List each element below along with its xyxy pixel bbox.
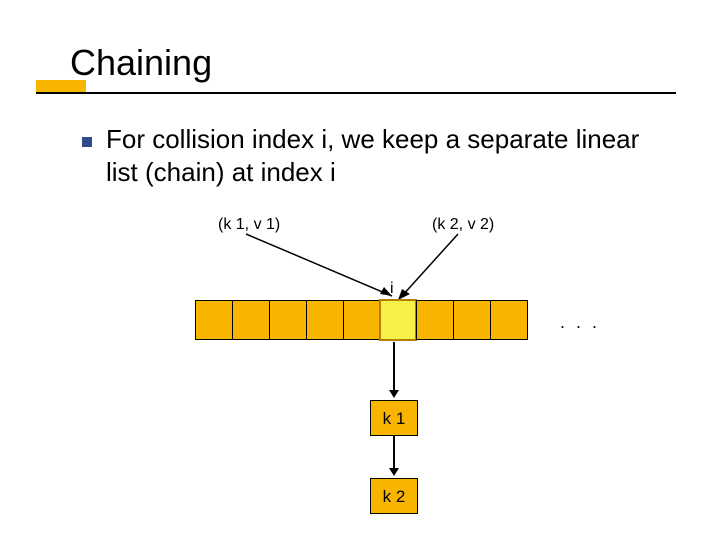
array-cell (490, 300, 528, 340)
body-text: For collision index i, we keep a separat… (106, 123, 666, 188)
arrow-k1-to-k2-head (389, 468, 399, 476)
array-cell-i (379, 299, 417, 341)
array-cell (306, 300, 344, 340)
array-cell (232, 300, 270, 340)
array-cell (195, 300, 233, 340)
array-cell (343, 300, 381, 340)
arrow-slot-to-k1-line (393, 342, 395, 392)
arrow-kv1-to-slot (246, 234, 406, 304)
keyvalue-label-2: (k 2, v 2) (432, 216, 494, 234)
ellipsis: . . . (560, 312, 600, 333)
index-i-label: i (390, 280, 394, 298)
bullet-icon (82, 137, 92, 147)
title-underline (36, 92, 676, 94)
array-cell (453, 300, 491, 340)
arrow-kv2-to-slot (398, 234, 468, 304)
arrow-slot-to-k1-head (389, 390, 399, 398)
array-cell (269, 300, 307, 340)
slide-title: Chaining (70, 42, 212, 84)
chain-node-k2: k 2 (370, 478, 418, 514)
chain-node-k1: k 1 (370, 400, 418, 436)
arrow-k1-to-k2-line (393, 436, 395, 470)
hash-array (196, 300, 528, 341)
array-cell (416, 300, 454, 340)
keyvalue-label-1: (k 1, v 1) (218, 216, 280, 234)
